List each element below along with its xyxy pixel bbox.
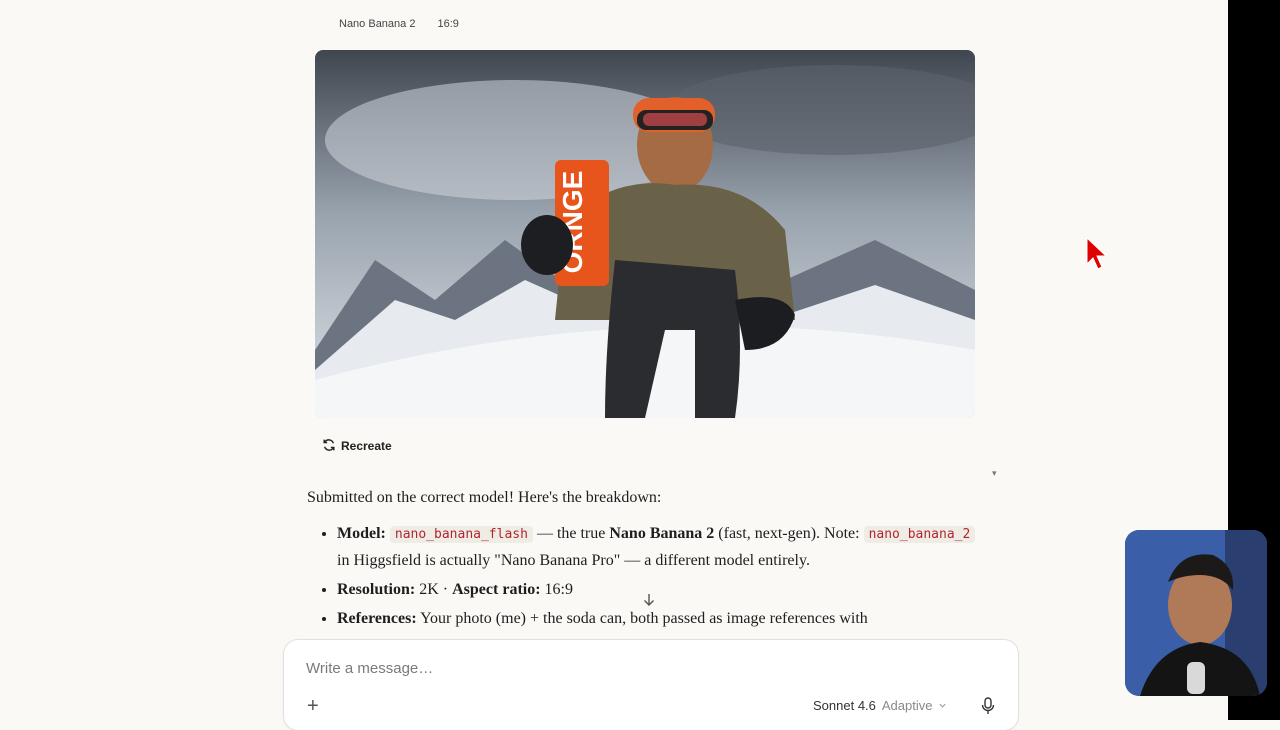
generated-image[interactable]: ORNGE bbox=[315, 50, 975, 418]
recreate-label: Recreate bbox=[341, 439, 392, 453]
refresh-icon bbox=[322, 438, 336, 455]
scroll-to-bottom-button[interactable] bbox=[638, 590, 660, 612]
message-input[interactable] bbox=[304, 659, 988, 678]
webcam-overlay bbox=[1125, 530, 1267, 696]
list-item-resolution: Resolution: 2K · Aspect ratio: 16:9 bbox=[337, 577, 987, 603]
list-item-references: References: Your photo (me) + the soda c… bbox=[337, 606, 987, 632]
recreate-button[interactable]: Recreate bbox=[316, 432, 400, 460]
arrow-down-icon bbox=[642, 593, 656, 610]
webcam-feed bbox=[1125, 530, 1267, 696]
mic-icon[interactable] bbox=[981, 697, 995, 720]
cursor-icon bbox=[1086, 236, 1110, 278]
generation-aspect: 16:9 bbox=[437, 18, 459, 30]
plus-icon[interactable]: + bbox=[307, 695, 319, 718]
generation-meta: Nano Banana 2 16:9 bbox=[339, 18, 478, 30]
model-selector[interactable]: Sonnet 4.6 Adaptive bbox=[813, 698, 947, 713]
model-mode: Adaptive bbox=[881, 698, 933, 713]
generation-model: Nano Banana 2 bbox=[339, 18, 416, 30]
message-composer: + Sonnet 4.6 Adaptive bbox=[284, 640, 1018, 730]
list-item-model: Model: nano_banana_flash — the true Nano… bbox=[337, 521, 987, 574]
breakdown-list: Model: nano_banana_flash — the true Nano… bbox=[307, 521, 987, 632]
generated-image-art: ORNGE bbox=[315, 50, 975, 418]
assistant-message: Submitted on the correct model! Here's t… bbox=[307, 485, 987, 635]
model-name: Sonnet 4.6 bbox=[813, 698, 876, 713]
chevron-down-icon bbox=[938, 698, 947, 713]
inline-code: nano_banana_flash bbox=[389, 526, 533, 543]
inline-code: nano_banana_2 bbox=[863, 526, 976, 543]
collapse-caret-icon[interactable]: ▾ bbox=[992, 468, 997, 479]
message-intro: Submitted on the correct model! Here's t… bbox=[307, 489, 662, 506]
